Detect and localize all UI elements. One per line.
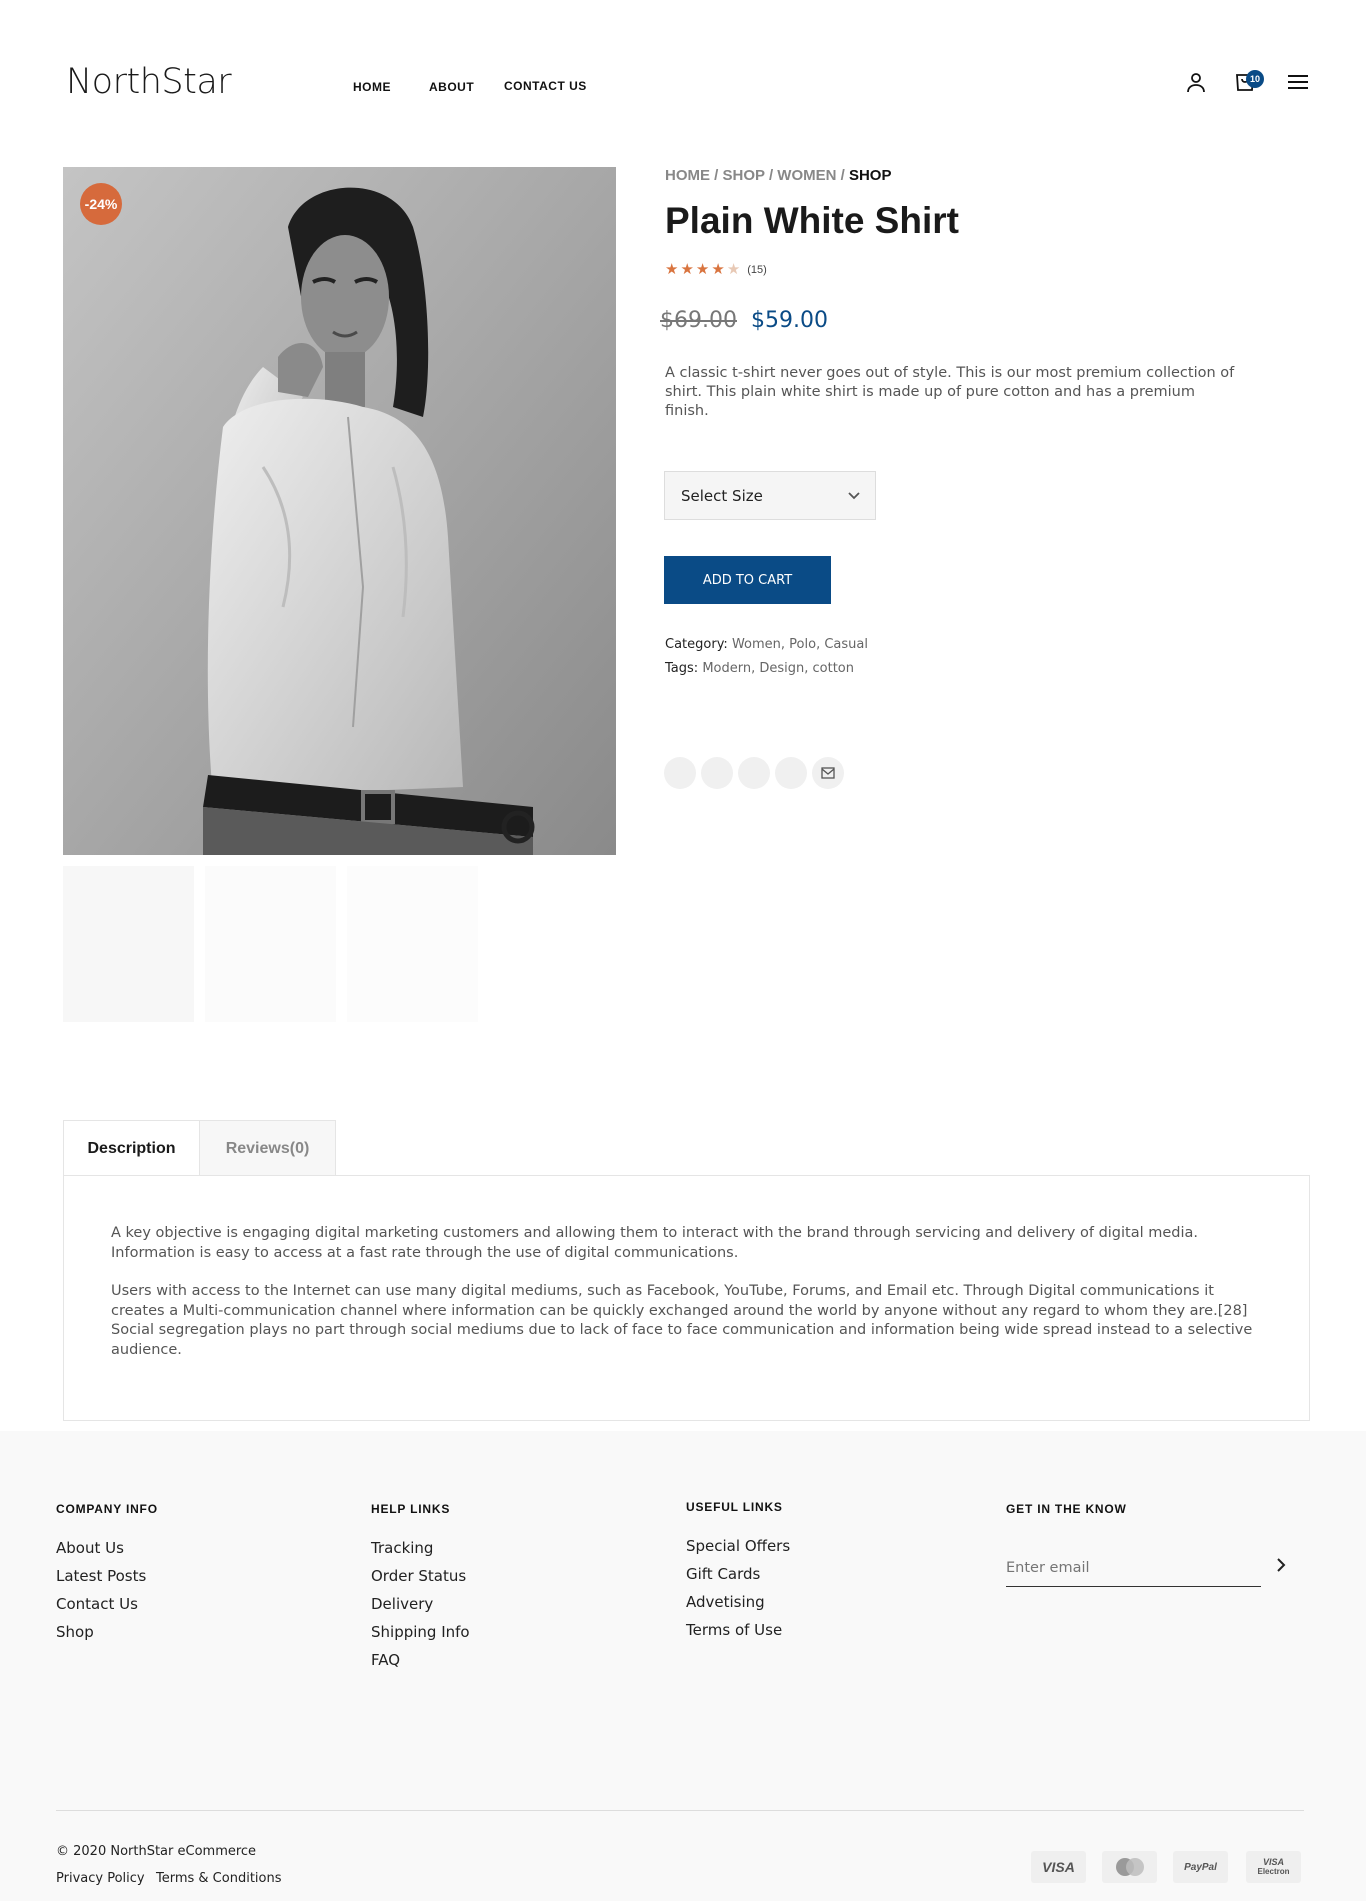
product-thumbnail[interactable] — [205, 866, 336, 1022]
footer-company-links: About Us Latest Posts Contact Us Shop — [56, 1534, 146, 1646]
product-main-image[interactable] — [63, 167, 616, 855]
category-value[interactable]: Women, Polo, Casual — [732, 637, 868, 652]
add-to-cart-button[interactable]: ADD TO CART — [664, 556, 831, 604]
chevron-down-icon — [847, 488, 861, 506]
description-paragraph: A key objective is engaging digital mark… — [111, 1225, 1199, 1261]
review-count[interactable]: (15) — [747, 264, 767, 276]
footer-link-order-status[interactable]: Order Status — [371, 1562, 470, 1590]
sale-price: $59.00 — [751, 308, 828, 333]
nav-about-link[interactable]: ABOUT — [429, 80, 474, 94]
footer-help-links-title: HELP LINKS — [371, 1502, 451, 1516]
product-category: Category: Women, Polo, Casual — [665, 637, 868, 652]
description-paragraph: Users with access to the Internet can us… — [111, 1283, 1253, 1358]
star-icon: ★ — [695, 260, 710, 278]
footer-link-advertising[interactable]: Advetising — [686, 1588, 790, 1616]
footer-link-shop[interactable]: Shop — [56, 1618, 146, 1646]
footer-divider — [56, 1810, 1304, 1811]
copyright-text: © 2020 NorthStar eCommerce — [56, 1844, 257, 1859]
sale-badge: -24% — [80, 183, 122, 225]
product-title: Plain White Shirt — [665, 200, 959, 241]
star-icon: ★ — [665, 260, 679, 278]
linkedin-icon[interactable] — [775, 757, 807, 789]
paypal-label: PayPal — [1184, 1861, 1217, 1873]
footer-link-terms-of-use[interactable]: Terms of Use — [686, 1616, 790, 1644]
footer-link-gift-cards[interactable]: Gift Cards — [686, 1560, 790, 1588]
breadcrumb-separator: / — [768, 167, 774, 184]
visa-electron-label: VISA — [1262, 1857, 1284, 1867]
electron-label: Electron — [1257, 1867, 1290, 1876]
category-label: Category: — [665, 637, 728, 652]
product-thumbnail[interactable] — [347, 866, 478, 1022]
product-thumbnail[interactable] — [63, 866, 194, 1022]
breadcrumb-home[interactable]: HOME — [665, 167, 710, 184]
visa-electron-icon: VISA Electron — [1246, 1851, 1301, 1883]
breadcrumb: HOME / SHOP / WOMEN / SHOP — [665, 167, 891, 184]
footer-link-delivery[interactable]: Delivery — [371, 1590, 470, 1618]
footer-useful-links: Special Offers Gift Cards Advetising Ter… — [686, 1532, 790, 1644]
footer-link-shipping-info[interactable]: Shipping Info — [371, 1618, 470, 1646]
footer-help-links: Tracking Order Status Delivery Shipping … — [371, 1534, 470, 1674]
tab-description[interactable]: Description — [63, 1120, 200, 1176]
tab-panel-description: A key objective is engaging digital mark… — [63, 1175, 1310, 1421]
star-icon: ★ — [680, 260, 694, 278]
footer-link-contact[interactable]: Contact Us — [56, 1590, 146, 1618]
breadcrumb-women[interactable]: WOMEN — [777, 167, 836, 184]
visa-icon: VISA — [1031, 1851, 1086, 1883]
user-icon[interactable] — [1184, 70, 1208, 94]
product-tabs: Description Reviews(0) — [63, 1120, 336, 1176]
footer-useful-links-title: USEFUL LINKS — [686, 1500, 783, 1514]
terms-conditions-link[interactable]: Terms & Conditions — [156, 1871, 282, 1886]
footer-link-faq[interactable]: FAQ — [371, 1646, 470, 1674]
product-short-description: A classic t-shirt never goes out of styl… — [665, 365, 1235, 419]
breadcrumb-current: SHOP — [848, 167, 892, 184]
menu-icon[interactable] — [1286, 70, 1310, 94]
cart-count-badge: 10 — [1246, 70, 1264, 88]
privacy-policy-link[interactable]: Privacy Policy — [56, 1871, 145, 1886]
mastercard-icon — [1102, 1851, 1157, 1883]
product-tags: Tags: Modern, Design, cotton — [665, 661, 854, 676]
visa-label: VISA — [1042, 1859, 1075, 1875]
footer-link-latest-posts[interactable]: Latest Posts — [56, 1562, 146, 1590]
site-footer — [0, 1431, 1366, 1901]
site-logo[interactable]: NorthStar — [66, 62, 232, 102]
chevron-right-icon[interactable] — [1272, 1556, 1290, 1574]
footer-link-special-offers[interactable]: Special Offers — [686, 1532, 790, 1560]
twitter-icon[interactable] — [701, 757, 733, 789]
star-icon: ★ — [711, 260, 725, 278]
nav-home-link[interactable]: HOME — [353, 80, 391, 94]
size-select-label: Select Size — [681, 486, 763, 505]
facebook-icon[interactable] — [664, 757, 696, 789]
nav-contact-link[interactable]: CONTACT US — [504, 79, 587, 93]
newsletter-email-input[interactable] — [1006, 1560, 1261, 1576]
breadcrumb-separator: / — [714, 167, 719, 184]
footer-link-about[interactable]: About Us — [56, 1534, 146, 1562]
tags-value[interactable]: Modern, Design, cotton — [702, 661, 854, 676]
email-icon[interactable] — [812, 757, 844, 789]
product-rating[interactable]: ★ ★ ★ ★ ★ (15) — [665, 262, 767, 277]
footer-link-tracking[interactable]: Tracking — [371, 1534, 470, 1562]
footer-newsletter-title: GET IN THE KNOW — [1006, 1502, 1127, 1516]
tags-label: Tags: — [665, 661, 699, 676]
breadcrumb-separator: / — [840, 167, 845, 184]
tab-reviews[interactable]: Reviews(0) — [200, 1120, 336, 1176]
breadcrumb-shop[interactable]: SHOP — [723, 167, 765, 184]
paypal-icon: PayPal — [1173, 1851, 1228, 1883]
footer-company-info-title: COMPANY INFO — [56, 1502, 158, 1516]
star-icon: ★ — [726, 260, 741, 278]
newsletter-form — [1006, 1550, 1261, 1587]
original-price: $69.00 — [660, 308, 737, 333]
pinterest-icon[interactable] — [738, 757, 770, 789]
size-select[interactable]: Select Size — [664, 471, 876, 520]
